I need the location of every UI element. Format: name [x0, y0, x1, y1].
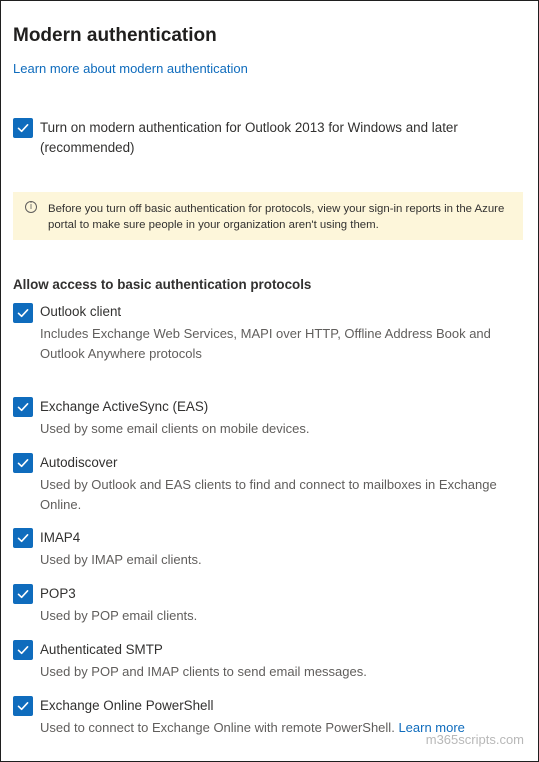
checkbox-imap4[interactable] [13, 528, 33, 548]
protocol-label-autodiscover: Autodiscover [40, 455, 118, 470]
checkbox-autodiscover[interactable] [13, 453, 33, 473]
info-icon: i [25, 201, 37, 213]
watermark: m365scripts.com [425, 732, 524, 747]
learn-more-modern-auth-link[interactable]: Learn more about modern authentication [13, 61, 248, 76]
checkmark-icon [17, 403, 29, 412]
modern-auth-label: Turn on modern authentication for Outloo… [40, 120, 458, 155]
protocol-desc-authenticated-smtp: Used by POP and IMAP clients to send ema… [40, 664, 367, 679]
checkmark-icon [17, 534, 29, 543]
warning-banner: i Before you turn off basic authenticati… [13, 192, 523, 240]
checkbox-authenticated-smtp[interactable] [13, 640, 33, 660]
page-title: Modern authentication [13, 25, 217, 46]
protocol-desc-exchange-activesync: Used by some email clients on mobile dev… [40, 421, 310, 436]
protocol-label-outlook-client: Outlook client [40, 304, 122, 319]
settings-panel: Modern authentication Learn more about m… [0, 0, 539, 762]
checkmark-icon [17, 590, 29, 599]
checkmark-icon [17, 124, 29, 133]
protocol-label-pop3: POP3 [40, 586, 76, 601]
checkmark-icon [17, 309, 29, 318]
protocol-desc-imap4: Used by IMAP email clients. [40, 552, 202, 567]
protocol-desc-outlook-client: Includes Exchange Web Services, MAPI ove… [40, 326, 491, 361]
checkbox-exchange-activesync[interactable] [13, 397, 33, 417]
protocol-label-authenticated-smtp: Authenticated SMTP [40, 642, 163, 657]
protocol-label-imap4: IMAP4 [40, 530, 81, 545]
checkbox-pop3[interactable] [13, 584, 33, 604]
warning-text: Before you turn off basic authentication… [48, 203, 505, 231]
checkmark-icon [17, 646, 29, 655]
protocol-desc-pop3: Used by POP email clients. [40, 608, 198, 623]
protocol-label-exchange-activesync: Exchange ActiveSync (EAS) [40, 399, 209, 414]
powershell-description-text: Used to connect to Exchange Online with … [40, 720, 395, 735]
checkbox-outlook-client[interactable] [13, 303, 33, 323]
protocol-desc-exchange-online-powershell: Used to connect to Exchange Online with … [40, 718, 465, 738]
protocol-label-exchange-online-powershell: Exchange Online PowerShell [40, 698, 214, 713]
checkmark-icon [17, 459, 29, 468]
modern-auth-checkbox[interactable] [13, 118, 33, 138]
checkmark-icon [17, 702, 29, 711]
protocols-section-heading: Allow access to basic authentication pro… [13, 277, 312, 292]
checkbox-exchange-online-powershell[interactable] [13, 696, 33, 716]
protocol-desc-autodiscover: Used by Outlook and EAS clients to find … [40, 477, 497, 512]
